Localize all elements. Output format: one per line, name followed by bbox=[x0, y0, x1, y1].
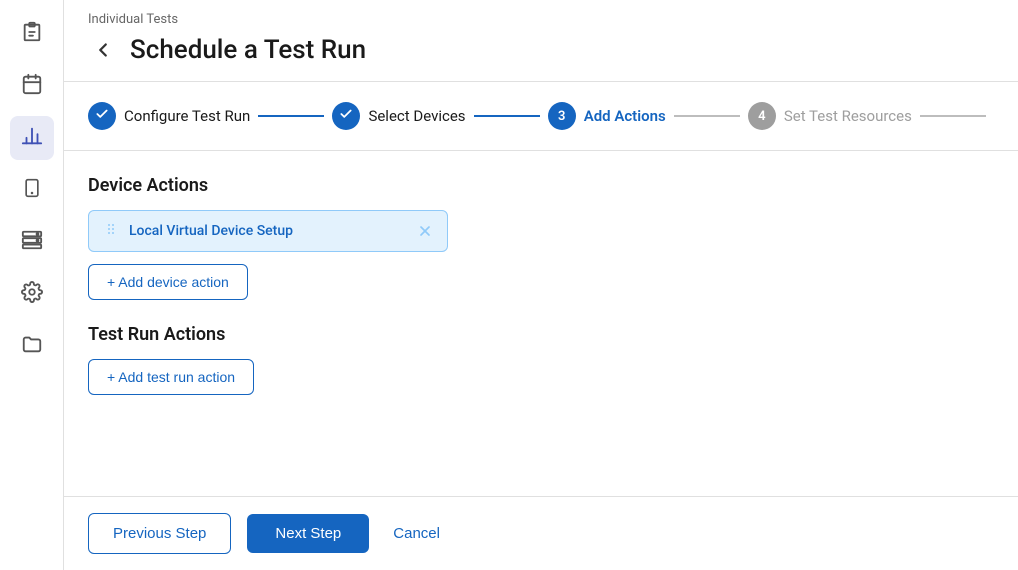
step-3-label: Add Actions bbox=[584, 107, 666, 125]
sidebar-item-calendar[interactable] bbox=[10, 64, 54, 108]
add-device-action-label: + Add device action bbox=[107, 274, 229, 290]
add-device-action-button[interactable]: + Add device action bbox=[88, 264, 248, 300]
sidebar-item-server[interactable] bbox=[10, 220, 54, 264]
sidebar-item-mobile[interactable] bbox=[10, 168, 54, 212]
add-test-run-action-label: + Add test run action bbox=[107, 369, 235, 385]
folder-icon bbox=[21, 333, 43, 360]
server-icon bbox=[21, 229, 43, 256]
drag-handle-icon[interactable] bbox=[103, 221, 119, 241]
device-actions-section: Device Actions Local Virtual Device Setu… bbox=[88, 175, 994, 300]
connector-1 bbox=[258, 115, 324, 117]
connector-4 bbox=[920, 115, 986, 117]
mobile-icon bbox=[22, 177, 42, 204]
sidebar-item-chart[interactable] bbox=[10, 116, 54, 160]
device-actions-title: Device Actions bbox=[88, 175, 994, 196]
breadcrumb: Individual Tests bbox=[88, 12, 994, 27]
step-configure: Configure Test Run bbox=[88, 102, 250, 130]
footer: Previous Step Next Step Cancel bbox=[64, 496, 1018, 570]
test-run-actions-section: Test Run Actions + Add test run action bbox=[88, 324, 994, 395]
next-step-button[interactable]: Next Step bbox=[247, 514, 369, 553]
step-set-resources: 4 Set Test Resources bbox=[748, 102, 912, 130]
step-4-circle: 4 bbox=[748, 102, 776, 130]
step-3-circle: 3 bbox=[548, 102, 576, 130]
previous-step-label: Previous Step bbox=[113, 525, 206, 542]
previous-step-button[interactable]: Previous Step bbox=[88, 513, 231, 554]
chart-icon bbox=[21, 125, 43, 152]
clipboard-icon bbox=[21, 21, 43, 48]
cancel-button[interactable]: Cancel bbox=[385, 514, 448, 553]
test-run-actions-title: Test Run Actions bbox=[88, 324, 994, 345]
step-1-label: Configure Test Run bbox=[124, 107, 250, 125]
title-row: Schedule a Test Run bbox=[88, 35, 994, 81]
step-4-label: Set Test Resources bbox=[784, 107, 912, 125]
cancel-label: Cancel bbox=[393, 525, 440, 542]
main-content: Individual Tests Schedule a Test Run Con… bbox=[64, 0, 1018, 570]
sidebar bbox=[0, 0, 64, 570]
sidebar-item-clipboard[interactable] bbox=[10, 12, 54, 56]
settings-icon bbox=[21, 281, 43, 308]
chip-close-button[interactable] bbox=[417, 223, 433, 239]
add-test-run-action-button[interactable]: + Add test run action bbox=[88, 359, 254, 395]
step-4-number: 4 bbox=[758, 109, 765, 124]
next-step-label: Next Step bbox=[275, 525, 341, 542]
step-2-checkmark bbox=[339, 107, 353, 125]
back-button[interactable] bbox=[88, 35, 118, 65]
step-2-circle bbox=[332, 102, 360, 130]
step-add-actions: 3 Add Actions bbox=[548, 102, 666, 130]
device-action-label: Local Virtual Device Setup bbox=[129, 223, 293, 239]
step-1-checkmark bbox=[95, 107, 109, 125]
step-select-devices: Select Devices bbox=[332, 102, 465, 130]
step-1-circle bbox=[88, 102, 116, 130]
page-title: Schedule a Test Run bbox=[130, 35, 366, 65]
stepper: Configure Test Run Select Devices 3 Add … bbox=[64, 82, 1018, 151]
chip-left: Local Virtual Device Setup bbox=[103, 221, 293, 241]
connector-2 bbox=[474, 115, 540, 117]
content-area: Device Actions Local Virtual Device Setu… bbox=[64, 151, 1018, 496]
connector-3 bbox=[674, 115, 740, 117]
step-2-label: Select Devices bbox=[368, 107, 465, 125]
sidebar-item-settings[interactable] bbox=[10, 272, 54, 316]
step-3-number: 3 bbox=[558, 109, 565, 124]
sidebar-item-folder[interactable] bbox=[10, 324, 54, 368]
device-action-chip: Local Virtual Device Setup bbox=[88, 210, 448, 252]
header: Individual Tests Schedule a Test Run bbox=[64, 0, 1018, 82]
calendar-icon bbox=[21, 73, 43, 100]
